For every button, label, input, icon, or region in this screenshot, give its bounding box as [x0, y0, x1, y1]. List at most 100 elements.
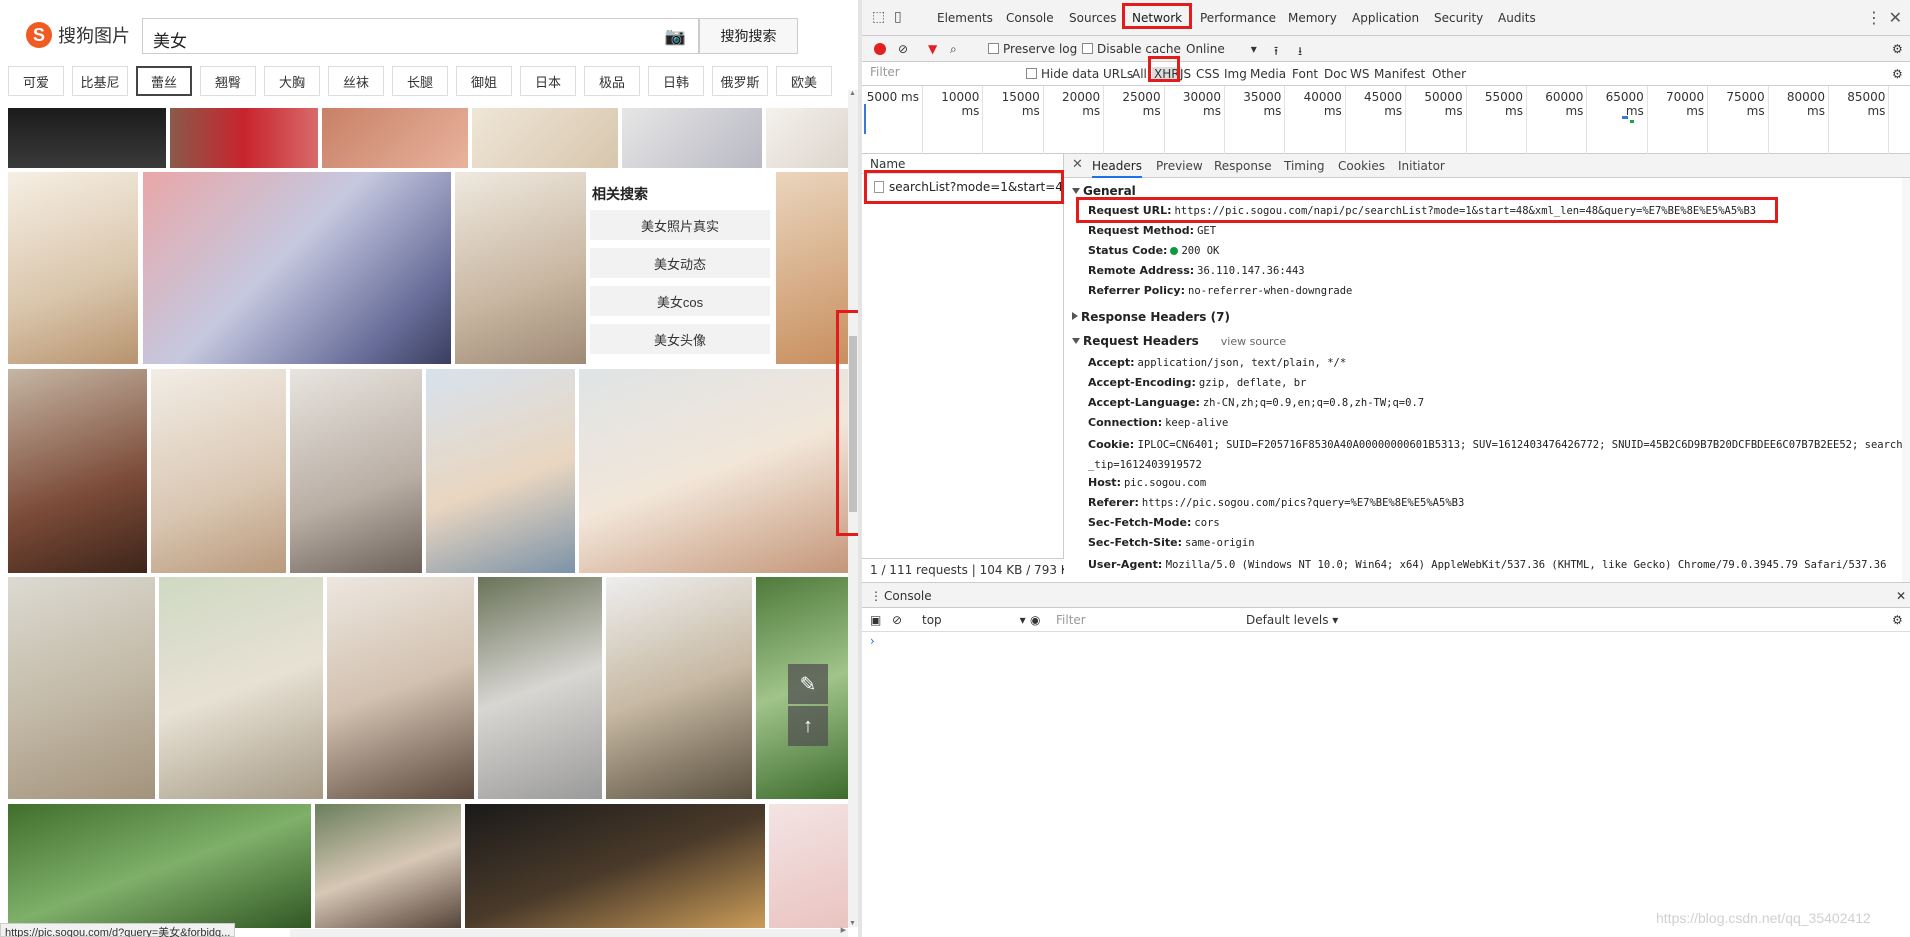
sogou-logo[interactable]: S 搜狗图片	[26, 22, 130, 48]
type-filter-img[interactable]: Img	[1224, 67, 1247, 81]
tag-item[interactable]: 翘臀	[200, 66, 256, 96]
scroll-right-arrow-icon[interactable]: ▶	[841, 926, 846, 934]
preserve-log-checkbox[interactable]: Preserve log	[988, 42, 1077, 56]
type-filter-media[interactable]: Media	[1250, 67, 1286, 81]
tag-item[interactable]: 丝袜	[328, 66, 384, 96]
image-thumb[interactable]	[8, 172, 138, 364]
export-har-icon[interactable]: ⭳	[1298, 42, 1302, 63]
image-thumb[interactable]	[472, 108, 618, 168]
related-search-item[interactable]: 美女头像	[590, 324, 770, 354]
image-thumb[interactable]	[151, 369, 286, 573]
image-thumb[interactable]	[606, 577, 752, 799]
type-filter-manifest[interactable]: Manifest	[1374, 67, 1425, 81]
image-thumb[interactable]	[465, 804, 765, 928]
type-filter-ws[interactable]: WS	[1350, 67, 1369, 81]
filter-funnel-icon[interactable]: ▼	[928, 42, 937, 56]
image-thumb[interactable]	[426, 369, 575, 573]
tag-item[interactable]: 日韩	[648, 66, 704, 96]
tag-item[interactable]: 长腿	[392, 66, 448, 96]
hide-data-urls-checkbox[interactable]: Hide data URLs	[1026, 67, 1133, 81]
device-toolbar-icon[interactable]: ▯	[894, 9, 902, 25]
tab-performance[interactable]: Performance	[1200, 11, 1276, 25]
type-filter-font[interactable]: Font	[1292, 67, 1318, 81]
network-timeline[interactable]: 5000 ms 10000 ms 15000 ms 20000 ms 25000 ms 3…	[862, 86, 1910, 154]
tab-initiator[interactable]: Initiator	[1398, 159, 1445, 173]
scroll-down-arrow-icon[interactable]: ▼	[849, 920, 856, 927]
tag-item[interactable]: 可爱	[8, 66, 64, 96]
throttle-select[interactable]: Online ▾	[1186, 42, 1257, 56]
tab-audits[interactable]: Audits	[1498, 11, 1536, 25]
tab-security[interactable]: Security	[1434, 11, 1483, 25]
back-to-top-icon[interactable]: ↑	[788, 706, 828, 746]
view-source-link[interactable]: view source	[1221, 335, 1286, 348]
type-filter-css[interactable]: CSS	[1196, 67, 1220, 81]
tag-item[interactable]: 欧美	[776, 66, 832, 96]
record-icon[interactable]	[874, 43, 886, 55]
response-headers-section[interactable]: Response Headers (7)	[1072, 310, 1230, 324]
image-thumb[interactable]	[766, 108, 848, 168]
tab-console[interactable]: Console	[1006, 11, 1054, 25]
image-thumb[interactable]	[143, 172, 451, 364]
image-thumb[interactable]	[322, 108, 468, 168]
tag-item[interactable]: 御姐	[456, 66, 512, 96]
general-section[interactable]: General	[1072, 184, 1136, 198]
type-filter-doc[interactable]: Doc	[1324, 67, 1347, 81]
related-search-item[interactable]: 美女照片真实	[590, 210, 770, 240]
console-settings-icon[interactable]: ⚙	[1892, 613, 1903, 627]
tab-sources[interactable]: Sources	[1069, 11, 1116, 25]
close-drawer-icon[interactable]: ✕	[1896, 589, 1906, 603]
console-sidebar-icon[interactable]: ▣	[870, 613, 881, 627]
inspect-element-icon[interactable]: ⬚	[872, 9, 885, 25]
tab-application[interactable]: Application	[1352, 11, 1419, 25]
image-thumb[interactable]	[315, 804, 461, 928]
request-headers-section[interactable]: Request Headers view source	[1072, 334, 1286, 348]
edit-icon[interactable]: ✎	[788, 664, 828, 704]
network-filter-input[interactable]: Filter	[870, 65, 1016, 83]
type-filter-other[interactable]: Other	[1432, 67, 1466, 81]
image-thumb[interactable]	[455, 172, 586, 364]
camera-icon[interactable]: 📷	[665, 27, 686, 47]
more-options-icon[interactable]: ⋮	[1866, 8, 1882, 27]
horizontal-scrollbar[interactable]: ▶	[290, 926, 848, 937]
disable-cache-checkbox[interactable]: Disable cache	[1082, 42, 1181, 56]
scroll-up-arrow-icon[interactable]: ▲	[849, 90, 856, 97]
image-thumb[interactable]	[8, 804, 311, 928]
console-filter-input[interactable]: Filter	[1056, 613, 1086, 627]
clear-console-icon[interactable]: ⊘	[892, 613, 902, 627]
image-thumb[interactable]	[290, 369, 422, 573]
tag-item[interactable]: 俄罗斯	[712, 66, 768, 96]
filter-settings-icon[interactable]: ⚙	[1892, 67, 1903, 81]
related-search-item[interactable]: 美女动态	[590, 248, 770, 278]
tab-response[interactable]: Response	[1214, 159, 1272, 173]
import-har-icon[interactable]: ⭱	[1274, 42, 1278, 63]
image-thumb[interactable]	[170, 108, 318, 168]
image-thumb[interactable]	[8, 108, 166, 168]
search-icon[interactable]: ⌕	[950, 42, 957, 57]
tab-headers[interactable]: Headers	[1092, 159, 1142, 178]
image-thumb[interactable]	[622, 108, 762, 168]
tab-console-drawer[interactable]: Console	[884, 589, 932, 603]
search-input[interactable]: 美女 📷	[142, 18, 699, 54]
related-search-item[interactable]: 美女cos	[590, 286, 770, 316]
context-select[interactable]: top ▾	[922, 613, 1026, 627]
close-details-icon[interactable]: ✕	[1072, 157, 1083, 172]
tag-item[interactable]: 比基尼	[72, 66, 128, 96]
image-thumb[interactable]	[327, 577, 474, 799]
tag-item[interactable]: 日本	[520, 66, 576, 96]
tab-elements[interactable]: Elements	[937, 11, 993, 25]
console-prompt[interactable]: ›	[870, 634, 875, 648]
drawer-menu-icon[interactable]: ⋮	[870, 589, 882, 603]
live-expression-eye-icon[interactable]: ◉	[1030, 613, 1040, 627]
tag-item[interactable]: 大胸	[264, 66, 320, 96]
image-thumb[interactable]	[579, 369, 848, 573]
details-scrollbar[interactable]	[1902, 178, 1910, 582]
image-thumb[interactable]	[8, 577, 155, 799]
tab-timing[interactable]: Timing	[1284, 159, 1325, 173]
image-thumb[interactable]	[159, 577, 323, 799]
type-filter-all[interactable]: All	[1132, 67, 1147, 81]
log-levels-select[interactable]: Default levels ▾	[1246, 613, 1338, 627]
clear-icon[interactable]: ⊘	[898, 42, 908, 56]
type-filter-js[interactable]: JS	[1180, 67, 1191, 81]
image-thumb[interactable]	[769, 804, 848, 928]
tab-cookies[interactable]: Cookies	[1338, 159, 1385, 173]
